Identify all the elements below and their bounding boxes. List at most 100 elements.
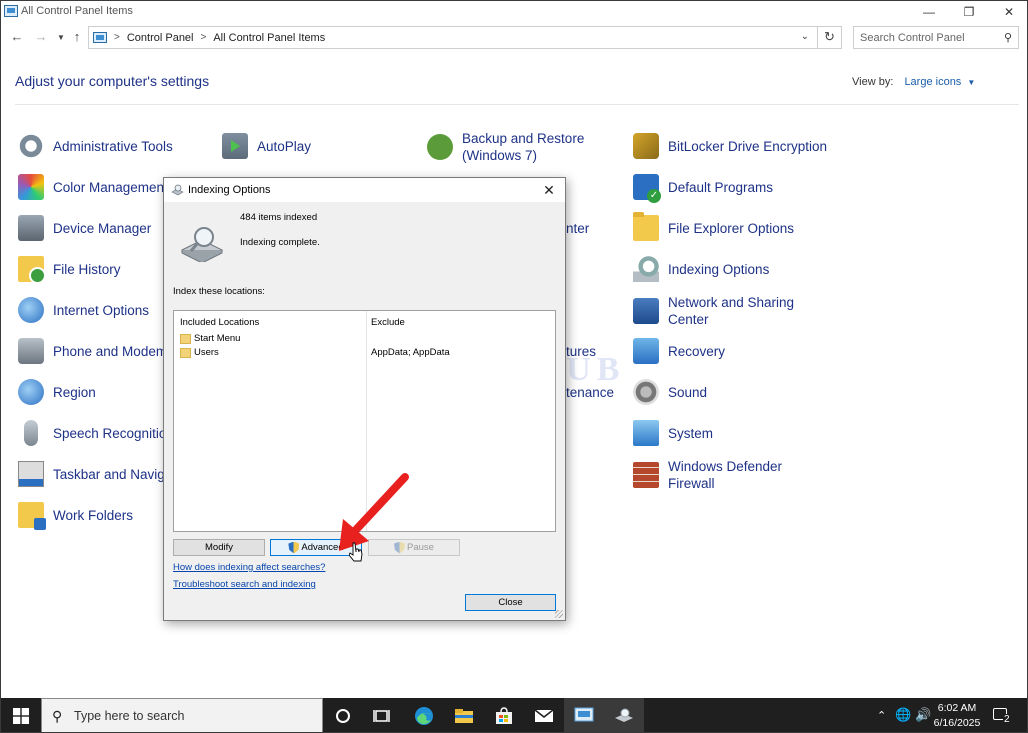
file-explorer-button[interactable] [444, 698, 484, 732]
view-by-label: View by: [852, 76, 894, 88]
back-arrow-icon: ← [10, 29, 24, 44]
cortana-icon [336, 709, 350, 723]
item-label[interactable]: Internet Options [53, 302, 149, 319]
volume-icon[interactable]: 🔊 [915, 707, 931, 723]
taskbar-search-placeholder: Type here to search [74, 709, 185, 723]
item-device-manager[interactable]: Device Manager [18, 215, 151, 241]
item-work-folders[interactable]: Work Folders [18, 502, 133, 530]
item-label[interactable]: Speech Recognition [53, 425, 174, 442]
item-label[interactable]: BitLocker Drive Encryption [668, 138, 827, 155]
view-by-dropdown[interactable]: Large icons [904, 76, 961, 88]
item-network-and-sharing[interactable]: Network and Sharing Center [633, 294, 794, 328]
item-label[interactable]: Indexing Options [668, 261, 769, 278]
taskbar-search-box[interactable]: ⚲ Type here to search [41, 698, 323, 732]
item-label[interactable]: Color Management [53, 179, 168, 196]
close-icon: ✕ [543, 182, 555, 198]
item-label[interactable]: Region [53, 384, 96, 401]
item-label[interactable]: Phone and Modem [53, 343, 167, 360]
bitlocker-key-icon [633, 133, 659, 159]
item-label[interactable]: AutoPlay [257, 138, 311, 155]
mouse-cursor-icon [349, 542, 363, 562]
chevron-right-icon: > [114, 32, 120, 43]
item-label[interactable]: Administrative Tools [53, 138, 173, 155]
address-bar[interactable]: > Control Panel > All Control Panel Item… [88, 26, 842, 49]
cortana-button[interactable] [323, 698, 363, 732]
refresh-button[interactable]: ↻ [817, 27, 841, 48]
item-sound[interactable]: Sound [633, 379, 707, 405]
table-row[interactable]: Start Menu [180, 333, 240, 344]
item-label[interactable]: Recovery [668, 343, 725, 360]
task-view-button[interactable] [362, 698, 402, 732]
item-windows-defender-firewall[interactable]: Windows Defender Firewall [633, 458, 782, 492]
item-internet-options[interactable]: Internet Options [18, 297, 149, 323]
item-file-explorer-options[interactable]: File Explorer Options [633, 212, 794, 241]
item-system[interactable]: System [633, 420, 713, 446]
item-default-programs[interactable]: Default Programs [633, 174, 773, 203]
breadcrumb-all-items[interactable]: All Control Panel Items [213, 32, 325, 44]
clock-date: 6/16/2025 [933, 717, 981, 729]
item-label[interactable]: Network and Sharing [668, 294, 794, 311]
item-label-partial[interactable]: nter [566, 221, 589, 236]
close-dialog-button[interactable]: Close [465, 594, 556, 611]
back-button[interactable]: ← [8, 29, 26, 44]
column-header-exclude[interactable]: Exclude [371, 317, 405, 328]
item-taskbar-and-navigation[interactable]: Taskbar and Naviga [18, 461, 172, 487]
file-history-icon [18, 256, 46, 284]
item-label[interactable]: File Explorer Options [668, 220, 794, 237]
column-header-included[interactable]: Included Locations [180, 317, 259, 328]
start-button[interactable] [1, 698, 41, 732]
item-label[interactable]: Center [668, 311, 794, 328]
indexing-searches-link[interactable]: How does indexing affect searches? [173, 562, 325, 573]
item-bitlocker[interactable]: BitLocker Drive Encryption [633, 133, 827, 159]
indexing-options-icon [633, 256, 659, 282]
item-label[interactable]: Taskbar and Naviga [53, 466, 172, 483]
item-label[interactable]: Firewall [668, 475, 782, 492]
view-by: View by: Large icons ▼ [852, 76, 975, 88]
item-backup-and-restore[interactable]: Backup and Restore (Windows 7) [427, 130, 584, 164]
modify-button[interactable]: Modify [173, 539, 265, 556]
close-button[interactable]: ✕ [989, 1, 1027, 23]
breadcrumb-control-panel[interactable]: Control Panel [127, 32, 194, 44]
search-icon: ⚲ [1003, 32, 1012, 44]
maximize-button[interactable]: ❐ [949, 1, 989, 23]
window-title: All Control Panel Items [21, 5, 133, 17]
action-center-button[interactable]: 2 [991, 704, 1013, 726]
store-button[interactable] [484, 698, 524, 732]
control-panel-taskbar-button[interactable] [564, 698, 604, 732]
search-input[interactable]: Search Control Panel ⚲ [853, 26, 1019, 49]
up-button[interactable]: ↑ [68, 29, 86, 44]
item-region[interactable]: Region [18, 379, 96, 405]
table-row[interactable]: Users [180, 347, 219, 358]
item-file-history[interactable]: File History [18, 256, 121, 284]
item-label[interactable]: Backup and Restore [462, 130, 584, 147]
item-label[interactable]: (Windows 7) [462, 147, 584, 164]
mail-button[interactable] [524, 698, 564, 732]
item-label[interactable]: Device Manager [53, 220, 151, 237]
item-label[interactable]: System [668, 425, 713, 442]
clock[interactable]: 6:02 AM 6/16/2025 [931, 701, 983, 731]
address-dropdown-button[interactable]: ⌄ [801, 31, 809, 42]
item-indexing-options[interactable]: Indexing Options [633, 256, 769, 282]
minimize-button[interactable]: — [909, 1, 949, 23]
item-recovery[interactable]: Recovery [633, 338, 725, 364]
item-label[interactable]: File History [53, 261, 121, 278]
network-globe-icon[interactable]: 🌐 [895, 707, 911, 723]
edge-button[interactable] [404, 698, 444, 732]
item-color-management[interactable]: Color Management [18, 174, 168, 200]
troubleshoot-link[interactable]: Troubleshoot search and indexing [173, 579, 316, 590]
item-label[interactable]: Default Programs [668, 179, 773, 196]
resize-grip[interactable] [555, 610, 563, 618]
item-speech-recognition[interactable]: Speech Recognition [18, 420, 174, 446]
chevron-down-icon[interactable]: ▼ [967, 78, 975, 87]
item-administrative-tools[interactable]: Administrative Tools [18, 133, 173, 159]
item-label[interactable]: Windows Defender [668, 458, 782, 475]
show-hidden-icons-button[interactable]: ⌃ [877, 709, 886, 722]
item-label[interactable]: Sound [668, 384, 707, 401]
indexing-options-taskbar-button[interactable] [604, 698, 644, 732]
forward-button[interactable]: → [32, 29, 50, 44]
item-label[interactable]: Work Folders [53, 507, 133, 524]
item-autoplay[interactable]: AutoPlay [222, 133, 311, 159]
navigation-bar: ← → ▼ ↑ > Control Panel > All Control Pa… [1, 23, 1027, 53]
item-phone-and-modem[interactable]: Phone and Modem [18, 338, 167, 364]
dialog-close-button[interactable]: ✕ [539, 180, 559, 200]
